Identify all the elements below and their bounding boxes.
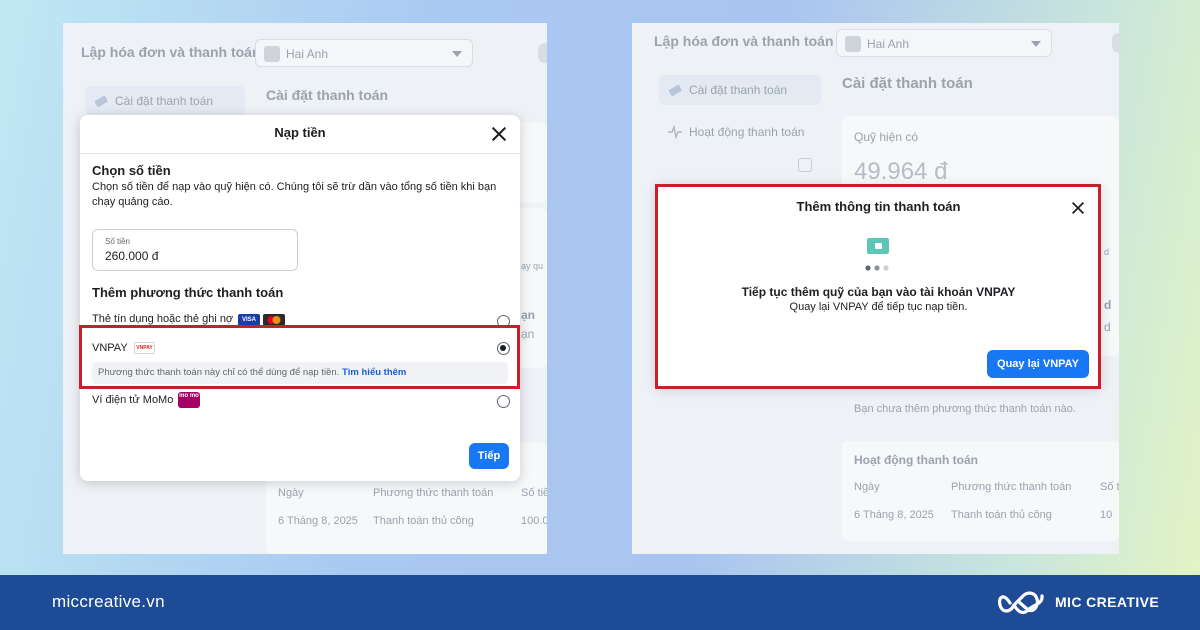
sidebar-item-label: Hoạt động thanh toán bbox=[689, 125, 805, 139]
funds-label: Quỹ hiện có bbox=[854, 130, 919, 144]
table-header-method: Phương thức thanh toán bbox=[951, 481, 1072, 493]
table-cell-amount: 10 bbox=[1100, 509, 1113, 521]
amount-label: Số tiền bbox=[105, 237, 130, 246]
peek-text: ạn bbox=[521, 308, 536, 322]
mic-creative-logo-icon bbox=[997, 591, 1044, 615]
sidebar-item-label: Cài đặt thanh toán bbox=[115, 94, 214, 108]
no-methods-text: Bạn chưa thêm phương thức thanh toán nào… bbox=[854, 403, 1076, 415]
chevron-down-icon bbox=[1031, 41, 1041, 47]
avatar bbox=[845, 36, 861, 52]
table-header-amount: Số tiề bbox=[521, 487, 547, 499]
section-description: Chọn số tiền để nạp vào quỹ hiện có. Chú… bbox=[92, 181, 497, 208]
radio-momo[interactable] bbox=[497, 395, 510, 408]
table-cell-amount: 100.0 bbox=[521, 515, 547, 527]
next-button[interactable]: Tiếp bbox=[469, 443, 509, 469]
page-title: Cài đặt thanh toán bbox=[842, 75, 973, 92]
sidebar-item-payment-activity[interactable]: Hoạt động thanh toán bbox=[659, 117, 821, 147]
account-name: Hai Anh bbox=[867, 37, 910, 51]
account-name: Hai Anh bbox=[286, 47, 329, 61]
activity-title: Hoạt động thanh toán bbox=[854, 453, 978, 467]
amount-input[interactable]: Số tiền 260.000 đ bbox=[92, 229, 298, 271]
momo-icon: mo mo bbox=[178, 392, 200, 408]
header-title: Lập hóa đơn và thanh toán bbox=[654, 33, 834, 49]
website-link[interactable]: miccreative.vn bbox=[52, 592, 165, 612]
account-select[interactable]: Hai Anh bbox=[255, 39, 473, 67]
sidebar-item-payment-settings[interactable]: Cài đặt thanh toán bbox=[659, 75, 821, 105]
table-cell-method: Thanh toán thủ công bbox=[373, 515, 474, 527]
card-icon bbox=[94, 95, 108, 107]
profile-button[interactable] bbox=[538, 43, 547, 63]
activity-icon bbox=[668, 124, 682, 140]
card-icon bbox=[668, 84, 682, 96]
table-header-date: Ngày bbox=[854, 481, 880, 493]
dialog-title: Nạp tiền bbox=[274, 125, 326, 140]
right-screenshot-panel: Lập hóa đơn và thanh toán Hai Anh Cài đặ… bbox=[632, 23, 1119, 554]
table-cell-method: Thanh toán thủ công bbox=[951, 509, 1052, 521]
highlight-box bbox=[79, 325, 520, 389]
section-heading-payment-method: Thêm phương thức thanh toán bbox=[92, 285, 284, 300]
table-header-method: Phương thức thanh toán bbox=[373, 487, 494, 499]
profile-button[interactable] bbox=[1112, 33, 1119, 53]
top-up-dialog: Nạp tiền Chọn số tiền Chọn số tiền để nạ… bbox=[80, 115, 520, 481]
table-cell-date: 6 Tháng 8, 2025 bbox=[278, 515, 358, 527]
close-icon[interactable] bbox=[490, 125, 508, 143]
highlight-box bbox=[655, 184, 1101, 389]
peek-text: d bbox=[1104, 320, 1111, 334]
footer-bar: miccreative.vn MIC CREATIVE bbox=[0, 575, 1200, 630]
table-cell-date: 6 Tháng 8, 2025 bbox=[854, 509, 934, 521]
table-header-date: Ngày bbox=[278, 487, 304, 499]
page-title: Cài đặt thanh toán bbox=[266, 87, 389, 103]
table-header-amount: Số t bbox=[1100, 481, 1119, 493]
peek-text: d bbox=[1104, 298, 1112, 312]
section-heading-amount: Chọn số tiền bbox=[92, 163, 171, 178]
option-card-label: Thẻ tín dụng hoặc thẻ ghi nợ bbox=[92, 313, 234, 325]
peek-text: d bbox=[1104, 247, 1110, 257]
sidebar-item-payment-settings[interactable]: Cài đặt thanh toán bbox=[85, 86, 245, 116]
peek-text: ạy qu bbox=[521, 261, 544, 271]
left-screenshot-panel: Lập hóa đơn và thanh toán Hai Anh Cài đặ… bbox=[63, 23, 547, 554]
peek-text: ạn bbox=[521, 327, 535, 341]
collapse-icon[interactable] bbox=[798, 158, 812, 172]
brand-name: MIC CREATIVE bbox=[1055, 594, 1160, 610]
header-title: Lập hóa đơn và thanh toán bbox=[81, 44, 261, 60]
funds-value: 49.964 đ bbox=[854, 158, 948, 185]
chevron-down-icon bbox=[452, 51, 462, 57]
divider bbox=[80, 153, 520, 154]
option-momo-label: Ví điện tử MoMo bbox=[92, 394, 174, 406]
amount-value: 260.000 đ bbox=[105, 249, 159, 263]
account-select[interactable]: Hai Anh bbox=[836, 29, 1052, 57]
avatar bbox=[264, 46, 280, 62]
sidebar-item-label: Cài đặt thanh toán bbox=[689, 83, 788, 97]
